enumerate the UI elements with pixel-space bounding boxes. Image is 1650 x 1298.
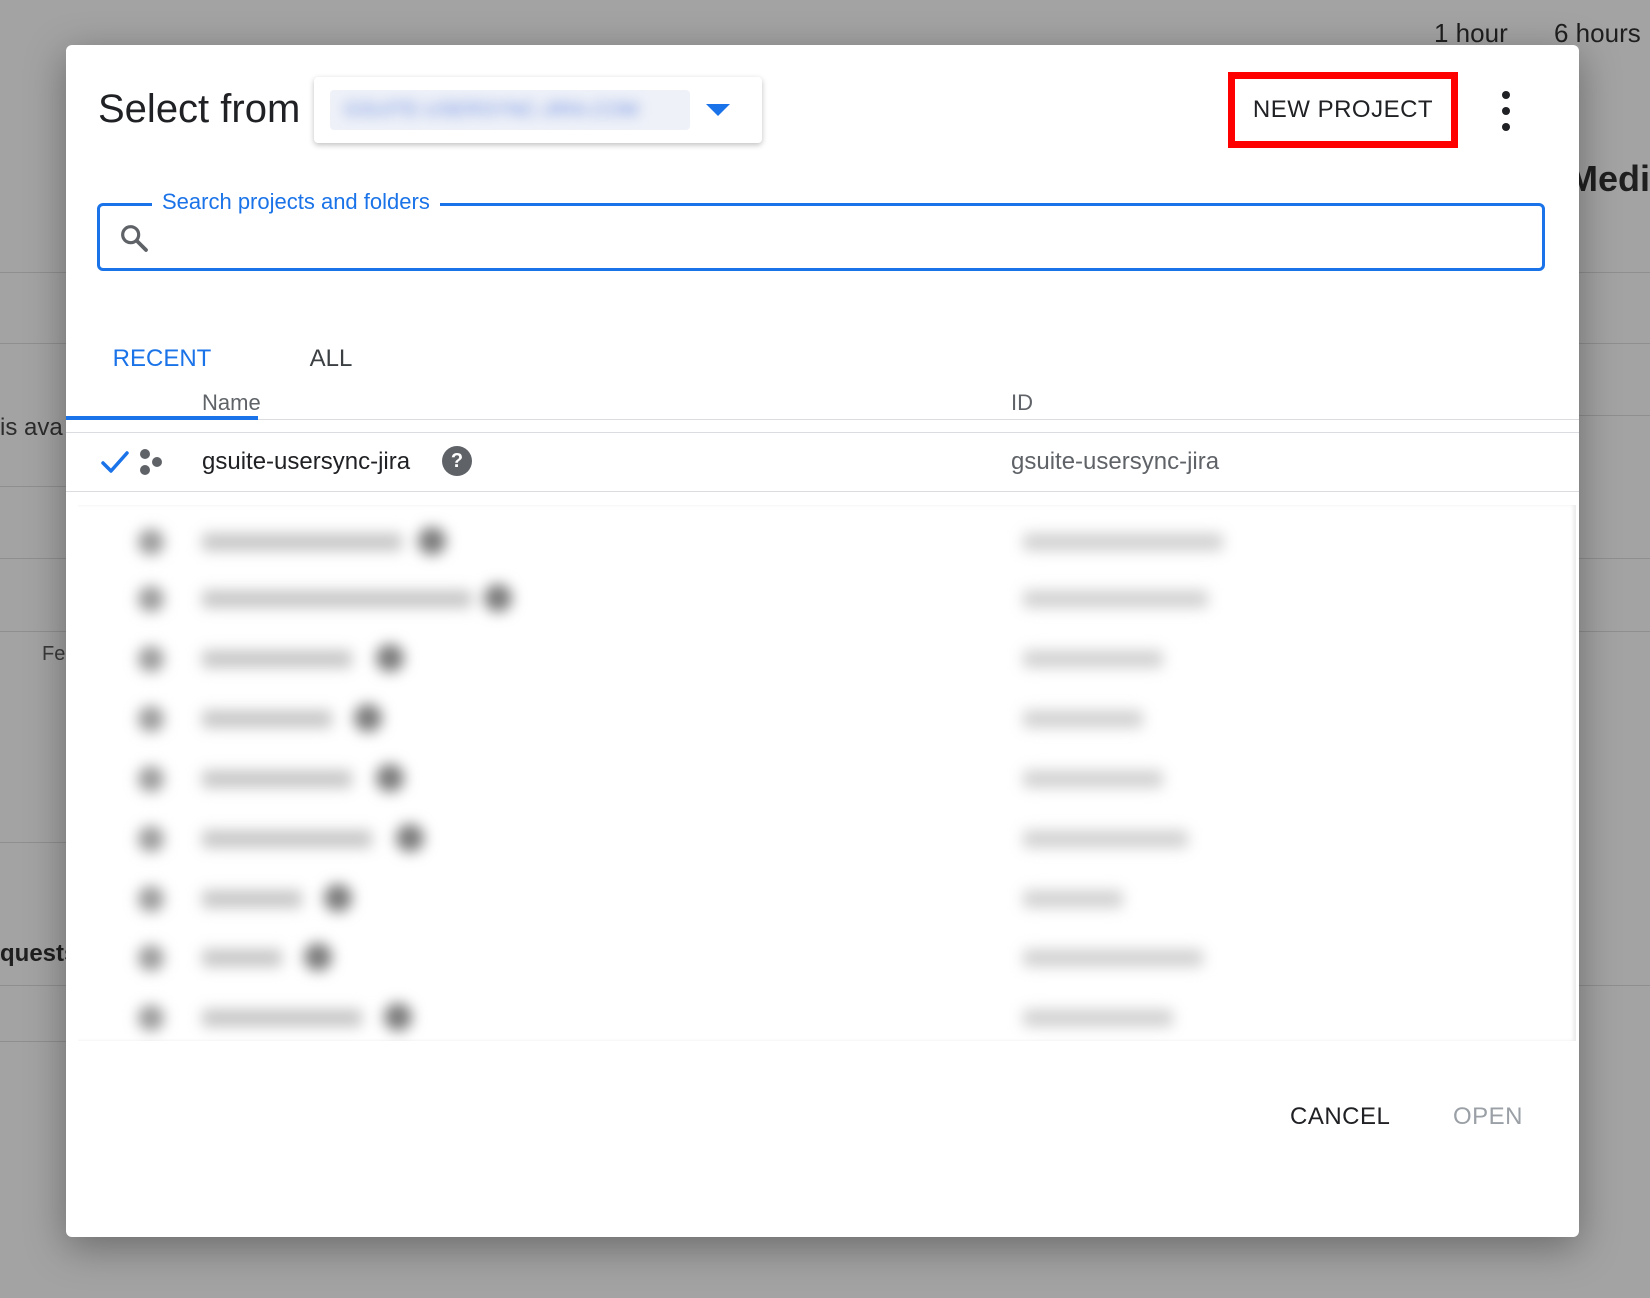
column-header-name[interactable]: Name [202, 390, 261, 416]
search-label: Search projects and folders [152, 189, 440, 215]
list-item[interactable] [78, 578, 1576, 618]
background-heading: Media [1568, 158, 1650, 199]
background-text: is ava [0, 414, 63, 441]
divider [0, 486, 66, 487]
divider [0, 631, 66, 632]
list-item[interactable] [78, 698, 1576, 738]
background-text: Fe [42, 643, 66, 665]
caret-down-icon [706, 104, 730, 116]
project-id: gsuite-usersync-jira [1011, 448, 1220, 475]
divider [1579, 558, 1650, 559]
search-icon [121, 225, 148, 252]
divider [66, 491, 1579, 492]
list-item[interactable] [78, 878, 1576, 918]
divider [0, 343, 66, 344]
project-picker-dialog: Select from GSUITE-USERSYNC-JIRA.COM NEW… [66, 45, 1579, 1237]
organization-value: GSUITE-USERSYNC-JIRA.COM [330, 90, 690, 130]
check-icon [101, 451, 129, 473]
list-item[interactable] [78, 997, 1576, 1037]
organization-dropdown[interactable]: GSUITE-USERSYNC-JIRA.COM [314, 77, 762, 143]
open-button[interactable]: OPEN [1453, 1103, 1523, 1131]
help-icon[interactable]: ? [442, 446, 472, 476]
divider [0, 558, 66, 559]
divider [0, 985, 66, 986]
divider [1579, 415, 1650, 416]
cancel-button[interactable]: CANCEL [1290, 1103, 1390, 1131]
project-name: gsuite-usersync-jira [202, 448, 411, 475]
list-item[interactable] [78, 818, 1576, 858]
list-item[interactable] [78, 521, 1576, 561]
dialog-title: Select from [98, 87, 301, 131]
tab-all[interactable]: ALL [258, 345, 404, 420]
divider [1579, 985, 1650, 986]
divider [1579, 631, 1650, 632]
new-project-button[interactable]: NEW PROJECT [1228, 72, 1458, 148]
organization-name: GSUITE-USERSYNC-JIRA.COM [344, 98, 639, 121]
blurred-project-list [78, 505, 1576, 1041]
table-row[interactable]: gsuite-usersync-jira ? gsuite-usersync-j… [66, 433, 1579, 491]
divider [1579, 272, 1650, 273]
more-vert-icon[interactable] [1494, 91, 1518, 131]
divider [1579, 343, 1650, 344]
list-item[interactable] [78, 758, 1576, 798]
divider [0, 842, 66, 843]
search-input[interactable] [164, 216, 1524, 256]
column-header-id[interactable]: ID [1011, 390, 1033, 416]
search-field[interactable]: Search projects and folders [97, 189, 1545, 271]
list-item[interactable] [78, 638, 1576, 678]
tab-bar: RECENT ALL [66, 315, 1579, 420]
divider [0, 1041, 66, 1042]
divider [0, 272, 66, 273]
project-icon [140, 449, 162, 475]
list-item[interactable] [78, 937, 1576, 977]
